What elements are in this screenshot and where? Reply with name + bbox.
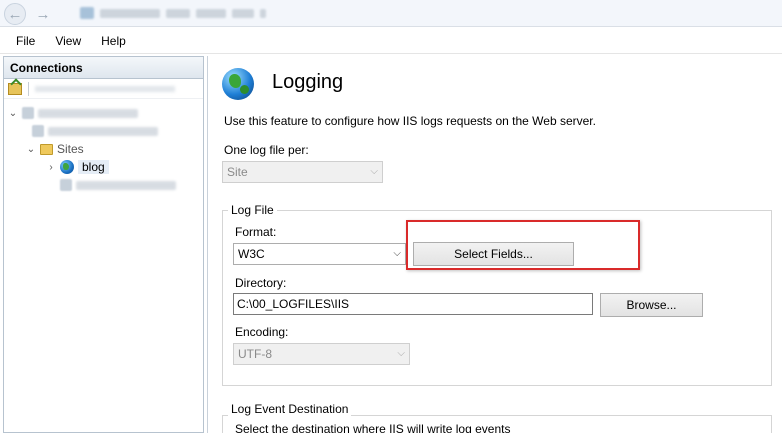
one-log-value: Site (227, 165, 248, 179)
other-site-blurred (76, 180, 176, 190)
chevron-right-icon[interactable]: › (46, 162, 56, 173)
address-bar: ← → (0, 0, 782, 27)
page-title: Logging (272, 71, 344, 93)
chevron-down-icon: ⌵ (393, 248, 401, 259)
toolbar-separator (28, 81, 29, 96)
format-value: W3C (238, 247, 265, 261)
toolbar-blurred (35, 85, 175, 92)
feature-pane: Logging Use this feature to configure ho… (207, 56, 782, 433)
log-event-group-title: Log Event Destination (228, 402, 352, 416)
breadcrumb[interactable] (80, 5, 780, 21)
feature-description: Use this feature to configure how IIS lo… (224, 114, 596, 128)
tree-node-other-site[interactable] (60, 176, 176, 194)
browse-button[interactable]: Browse... (600, 293, 703, 317)
server-icon (22, 107, 34, 119)
tree-node-site[interactable]: › blog (46, 158, 109, 176)
site-label: blog (78, 160, 109, 174)
highlight-box (406, 220, 640, 270)
connections-header: Connections (4, 57, 203, 79)
encoding-value: UTF-8 (238, 347, 272, 361)
back-button[interactable]: ← (4, 3, 26, 25)
encoding-label: Encoding: (235, 325, 289, 339)
chevron-down-icon: ⌵ (397, 348, 405, 359)
directory-label: Directory: (235, 276, 287, 290)
directory-input[interactable]: C:\00_LOGFILES\IIS (233, 293, 593, 315)
format-label: Format: (235, 225, 277, 239)
log-file-group-title: Log File (228, 203, 277, 217)
menu-view[interactable]: View (55, 34, 81, 48)
connections-toolbar (4, 79, 203, 99)
connect-icon[interactable] (8, 82, 22, 95)
chevron-down-icon: ⌵ (370, 166, 378, 177)
format-select[interactable]: W3C ⌵ (233, 243, 406, 265)
forward-button[interactable]: → (32, 3, 54, 25)
connections-pane: Connections ⌄ ⌄ Sites › blog (3, 56, 204, 433)
one-log-label: One log file per: (224, 143, 309, 157)
encoding-select: UTF-8 ⌵ (233, 343, 410, 365)
site-icon (60, 179, 72, 191)
menu-bar: File View Help (0, 28, 782, 54)
one-log-select: Site ⌵ (222, 161, 383, 183)
directory-value: C:\00_LOGFILES\IIS (237, 297, 350, 311)
log-event-description: Select the destination where IIS will wr… (235, 422, 511, 433)
app-pools-blurred (48, 126, 158, 136)
chevron-down-icon[interactable]: ⌄ (26, 144, 36, 155)
logging-globe-icon (222, 68, 254, 100)
server-name-blurred (38, 108, 138, 118)
chevron-down-icon[interactable]: ⌄ (8, 108, 18, 119)
folder-icon (40, 143, 53, 155)
menu-file[interactable]: File (16, 34, 35, 48)
tree-node-app-pools[interactable] (32, 122, 158, 140)
globe-icon (60, 160, 74, 174)
menu-help[interactable]: Help (101, 34, 126, 48)
sites-label: Sites (57, 142, 84, 156)
tree-node-server[interactable]: ⌄ (8, 104, 138, 122)
tree-node-sites[interactable]: ⌄ Sites (26, 140, 84, 158)
app-pools-icon (32, 125, 44, 137)
